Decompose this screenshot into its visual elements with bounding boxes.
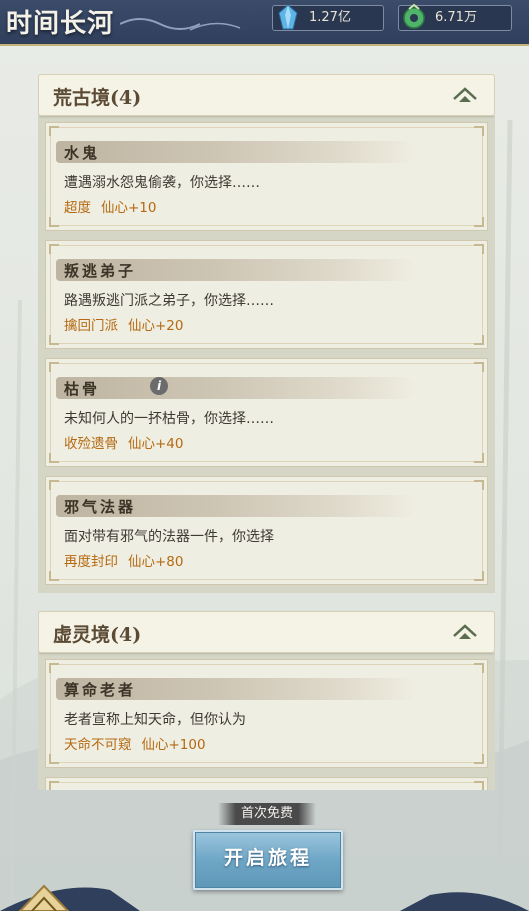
event-option: 天命不可窥 仙心+100: [64, 733, 206, 753]
green-jade-icon: [403, 3, 425, 29]
option-label: 天命不可窥: [64, 737, 132, 753]
top-bar: 时间长河 1.27亿 6.71万: [0, 0, 529, 46]
event-card-partial[interactable]: [45, 777, 488, 790]
blue-crystal-icon: [278, 4, 298, 30]
event-option: 超度 仙心+10: [64, 196, 157, 216]
section-header-huanggu[interactable]: 荒古境(4): [38, 74, 495, 116]
event-name: 枯骨: [64, 380, 101, 398]
section-header-xuling[interactable]: 虚灵境(4): [38, 611, 495, 653]
event-option: 擒回门派 仙心+20: [64, 314, 184, 334]
option-reward: 仙心+10: [101, 200, 157, 216]
event-card-xieqi[interactable]: 邪气法器 面对带有邪气的法器一件，你选择 再度封印 仙心+80: [45, 476, 488, 585]
jade-amount: 6.71万: [435, 10, 477, 25]
event-card-kugu[interactable]: 枯骨 i 未知何人的一抔枯骨，你选择…… 收殓遗骨 仙心+40: [45, 358, 488, 467]
option-label: 再度封印: [64, 554, 118, 570]
section-body-xuling: 算命老者 老者宣称上知天命，但你认为 天命不可窥 仙心+100: [38, 653, 495, 790]
option-label: 擒回门派: [64, 318, 118, 334]
collapse-arrow-icon[interactable]: [452, 85, 478, 105]
event-card-shuigui[interactable]: 水鬼 遭遇溺水怨鬼偷袭，你选择…… 超度 仙心+10: [45, 122, 488, 231]
event-name: 邪气法器: [64, 498, 137, 516]
event-description: 未知何人的一抔枯骨，你选择……: [64, 411, 274, 427]
brush-stroke: [56, 141, 416, 163]
first-free-tag: 首次免费: [218, 803, 316, 825]
event-list-scroll[interactable]: 荒古境(4) 水鬼 遭遇溺水怨鬼偷袭，你选择…… 超度 仙心+10 叛逃弟子 路遇…: [38, 74, 495, 790]
event-option: 收殓遗骨 仙心+40: [64, 432, 184, 452]
option-label: 超度: [64, 200, 91, 216]
option-label: 收殓遗骨: [64, 436, 118, 452]
option-reward: 仙心+40: [128, 436, 184, 452]
event-name: 叛逃弟子: [64, 262, 137, 280]
resource-crystal[interactable]: 1.27亿: [272, 4, 384, 31]
event-description: 路遇叛逃门派之弟子，你选择……: [64, 293, 274, 309]
option-reward: 仙心+100: [141, 737, 206, 753]
crystal-amount: 1.27亿: [309, 10, 351, 25]
event-description: 老者宣称上知天命，但你认为: [64, 712, 246, 728]
collapse-arrow-icon[interactable]: [452, 622, 478, 642]
option-reward: 仙心+80: [128, 554, 184, 570]
option-reward: 仙心+20: [128, 318, 184, 334]
event-card-pantao[interactable]: 叛逃弟子 路遇叛逃门派之弟子，你选择…… 擒回门派 仙心+20: [45, 240, 488, 349]
event-description: 遭遇溺水怨鬼偷袭，你选择……: [64, 175, 260, 191]
section-title: 虚灵境(4): [53, 624, 142, 646]
info-icon[interactable]: i: [150, 377, 168, 395]
event-name: 水鬼: [64, 144, 101, 162]
resource-jade[interactable]: 6.71万: [398, 3, 512, 31]
page-title: 时间长河: [6, 9, 115, 39]
event-card-suanming[interactable]: 算命老者 老者宣称上知天命，但你认为 天命不可窥 仙心+100: [45, 659, 488, 768]
event-name: 算命老者: [64, 681, 137, 699]
event-description: 面对带有邪气的法器一件，你选择: [64, 529, 274, 545]
event-option: 再度封印 仙心+80: [64, 550, 184, 570]
brush-stroke: [56, 377, 416, 399]
start-journey-button[interactable]: 开启旅程: [193, 830, 343, 890]
cloud-ornament-icon: [120, 18, 241, 31]
corner-ornament-icon: [18, 884, 70, 911]
section-body-huanggu: 水鬼 遭遇溺水怨鬼偷袭，你选择…… 超度 仙心+10 叛逃弟子 路遇叛逃门派之弟子…: [38, 116, 495, 593]
section-title: 荒古境(4): [53, 87, 142, 109]
